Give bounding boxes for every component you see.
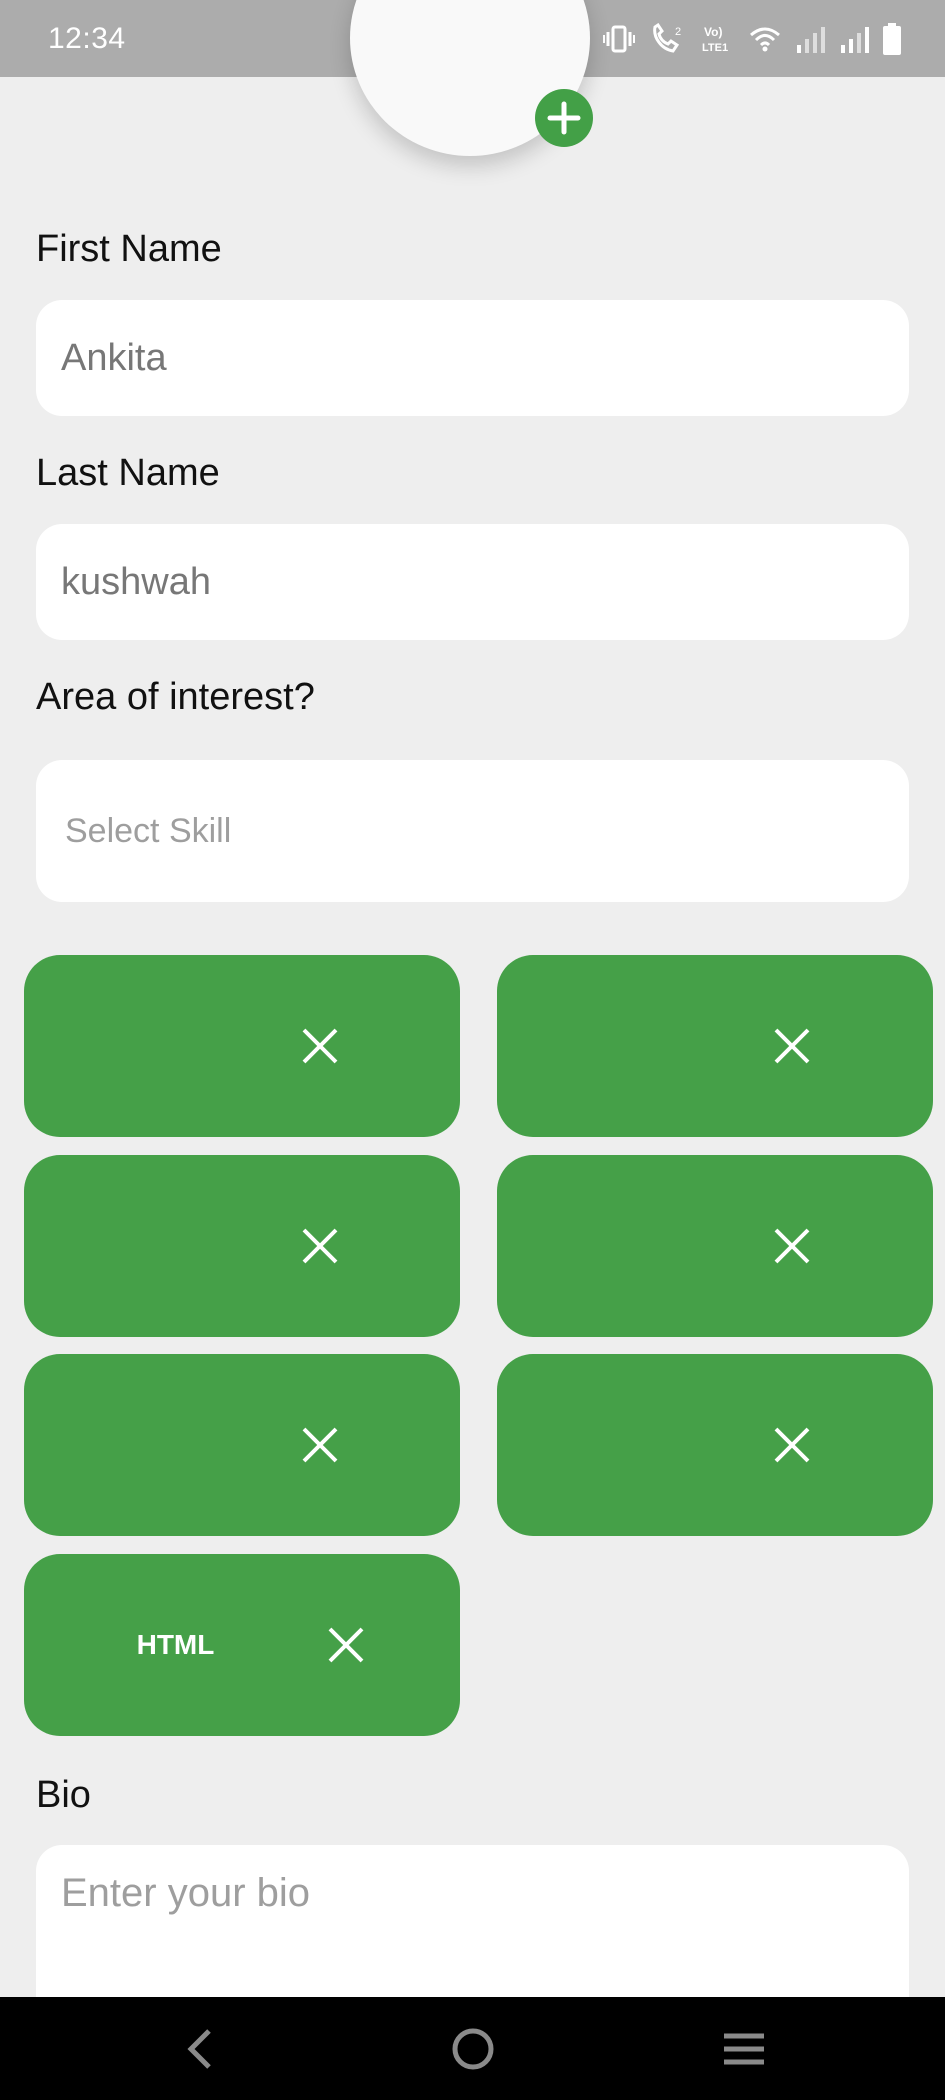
svg-text:Vo): Vo): [704, 25, 722, 39]
status-icons: 2 Vo) LTE1: [603, 22, 901, 56]
skill-chip-label: HTML: [136, 1629, 215, 1660]
bio-placeholder: Enter your bio: [61, 1871, 311, 1915]
home-icon: [452, 2028, 494, 2070]
first-name-value: Ankita: [61, 337, 167, 379]
skill-chip-html[interactable]: HTML: [24, 1554, 460, 1736]
nav-back-button[interactable]: [170, 2019, 230, 2079]
svg-text:2: 2: [675, 26, 681, 38]
skill-chip[interactable]: [24, 1354, 460, 1536]
last-name-value: kushwah: [61, 561, 211, 603]
back-icon: [187, 2029, 211, 2069]
add-photo-button[interactable]: [535, 89, 593, 147]
skill-select[interactable]: Select Skill: [36, 760, 909, 902]
svg-text:LTE1: LTE1: [702, 42, 728, 54]
navigation-bar: [0, 1997, 945, 2100]
skill-select-placeholder: Select Skill: [65, 812, 232, 850]
close-icon[interactable]: [772, 1226, 812, 1266]
first-name-field[interactable]: Ankita: [36, 300, 909, 416]
interest-label: Area of interest?: [36, 676, 315, 718]
last-name-field[interactable]: kushwah: [36, 524, 909, 640]
close-icon[interactable]: [326, 1625, 366, 1665]
signal-icon: [841, 27, 869, 53]
nav-home-button[interactable]: [443, 2019, 503, 2079]
vibrate-icon: [603, 25, 635, 53]
close-icon[interactable]: [300, 1425, 340, 1465]
wifi-call-icon: 2: [653, 23, 681, 53]
menu-icon: [724, 2033, 764, 2065]
close-icon[interactable]: [300, 1026, 340, 1066]
skill-chip[interactable]: [24, 1155, 460, 1337]
skill-chip[interactable]: [24, 955, 460, 1137]
nav-menu-button[interactable]: [714, 2019, 774, 2079]
close-icon[interactable]: [300, 1226, 340, 1266]
battery-icon: [883, 23, 901, 55]
last-name-label: Last Name: [36, 452, 220, 494]
skill-chip[interactable]: [497, 1354, 933, 1536]
close-icon[interactable]: [772, 1425, 812, 1465]
plus-icon: [547, 101, 581, 135]
skill-chip[interactable]: [497, 1155, 933, 1337]
first-name-label: First Name: [36, 228, 222, 270]
bio-label: Bio: [36, 1774, 91, 1816]
signal-icon: [797, 27, 825, 53]
close-icon[interactable]: [772, 1026, 812, 1066]
status-time: 12:34: [48, 22, 126, 55]
wifi-icon: [750, 27, 780, 52]
skill-chip[interactable]: [497, 955, 933, 1137]
volte-icon: Vo) LTE1: [702, 25, 728, 54]
